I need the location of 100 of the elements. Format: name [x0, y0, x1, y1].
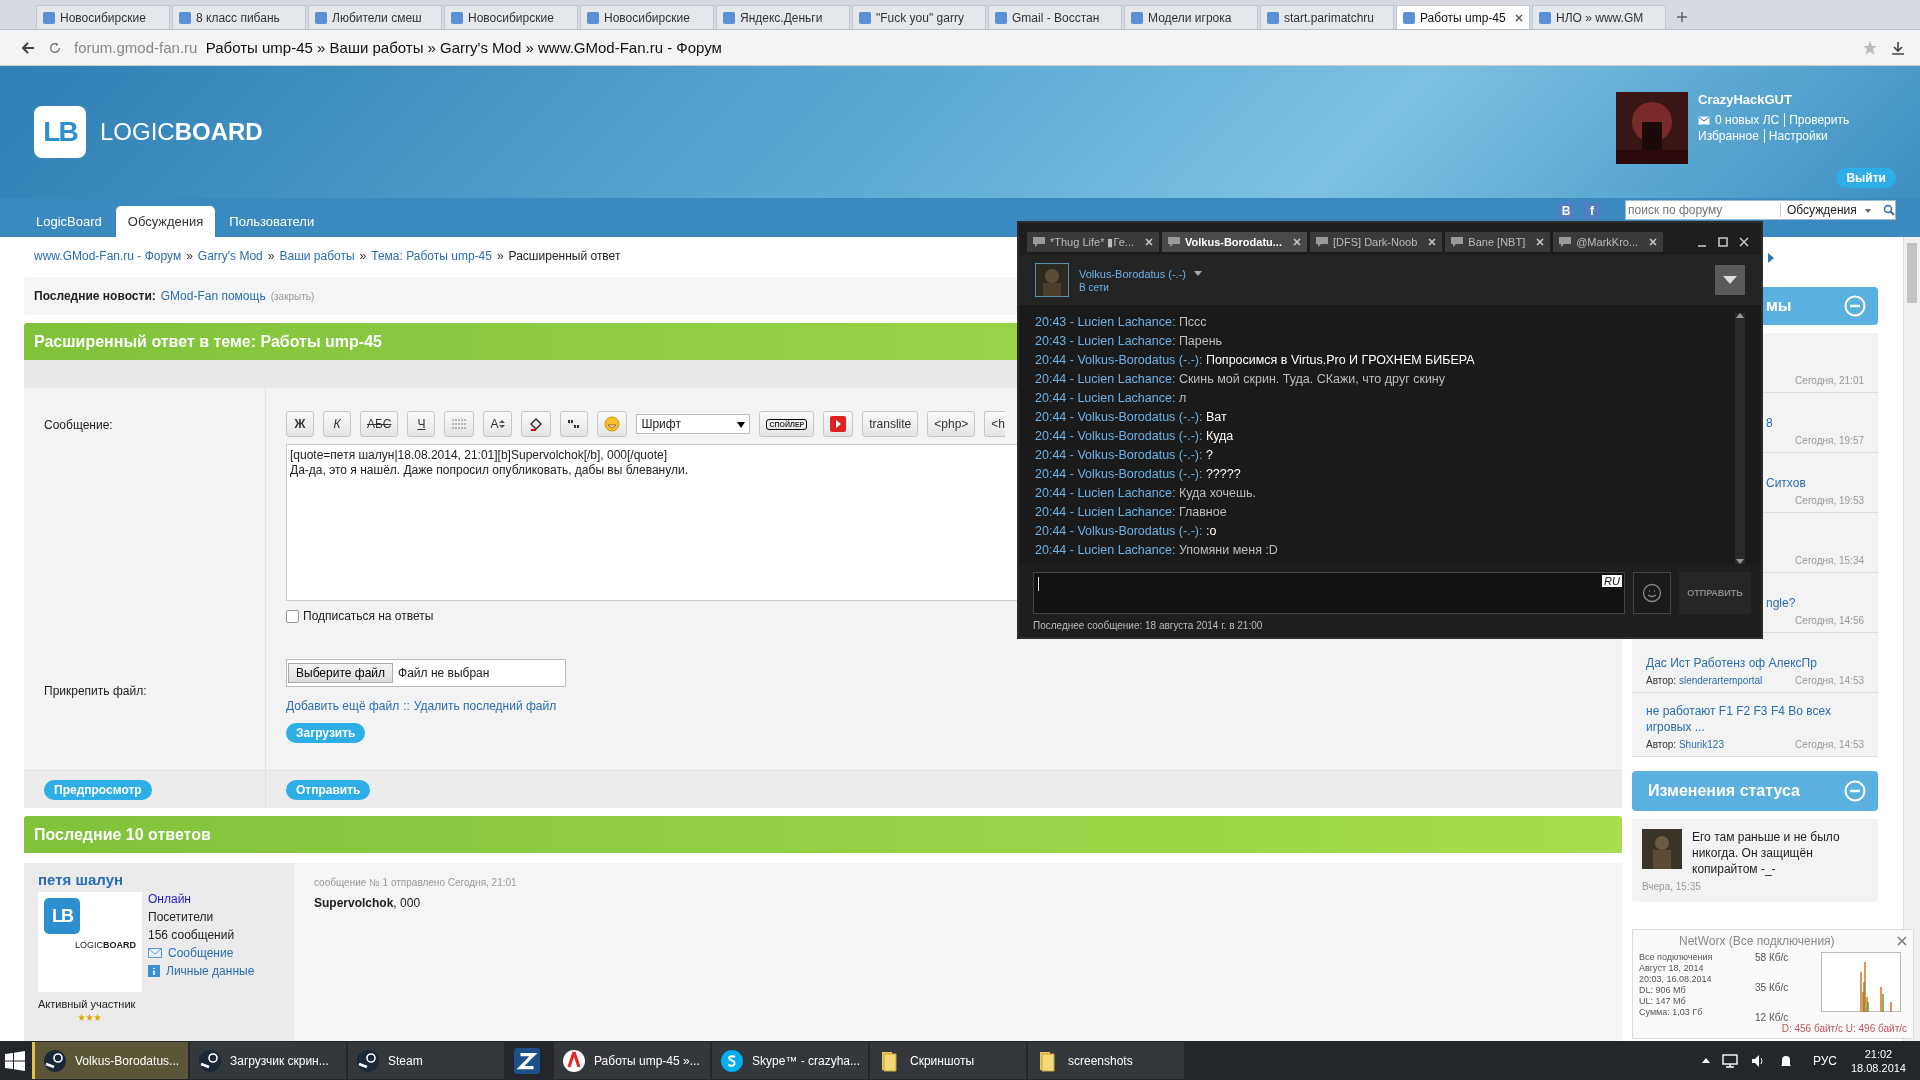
download-icon[interactable] — [1890, 39, 1906, 56]
message-input[interactable]: RU — [1033, 572, 1625, 614]
logo-mark: LB — [34, 106, 86, 158]
topic-date: Сегодня, 19:57 — [1795, 435, 1864, 446]
send-button[interactable]: ОТПРАВИТЬ — [1679, 572, 1751, 614]
attach-link[interactable]: Удалить последний файл — [413, 699, 557, 713]
color-button[interactable] — [521, 411, 552, 437]
search-icon[interactable] — [1883, 204, 1895, 216]
nav-tab[interactable]: Обсуждения — [115, 206, 216, 237]
video-button[interactable] — [823, 411, 854, 437]
browser-tab[interactable]: Любители смеш — [308, 5, 442, 29]
taskbar-item[interactable]: Загрузчик скрин... — [190, 1042, 346, 1079]
search-field[interactable]: поиск по форуму Обсуждения — [1625, 200, 1896, 220]
section-title: Расширенный ответ в теме: Работы ump-45 — [34, 332, 382, 351]
browser-tab[interactable]: Яндекс.Деньги — [716, 5, 850, 29]
browser-tab[interactable]: "Fuck you" garry — [852, 5, 986, 29]
attach-label: Прикрепить файл: — [44, 684, 148, 698]
scope-select[interactable]: Обсуждения — [1780, 203, 1883, 217]
arrow-icon[interactable] — [1768, 253, 1774, 263]
chat-tab[interactable]: Bane [NBT] — [1445, 232, 1551, 252]
news-link[interactable]: GMod-Fan помощь — [160, 289, 266, 303]
browser-tab[interactable]: Новосибирские — [444, 5, 578, 29]
new-tab-icon[interactable] — [1676, 11, 1688, 23]
start-icon[interactable] — [5, 1050, 25, 1071]
chat-bubble-icon — [1315, 237, 1328, 247]
message-link[interactable]: Сообщение — [168, 946, 234, 960]
social-link[interactable]: В — [1557, 202, 1575, 220]
star-icon[interactable] — [1862, 39, 1878, 56]
axis-label: 35 Кб/с — [1755, 982, 1790, 993]
emoticon-button[interactable] — [1633, 572, 1671, 614]
choose-file-button[interactable]: Выберите файл — [288, 663, 394, 683]
format-button[interactable]: К — [323, 411, 351, 437]
breadcrumb-link[interactable]: www.GMod-Fan.ru - Форум — [34, 249, 182, 263]
nav-tab[interactable]: LogicBoard — [24, 206, 114, 237]
mail-icon — [1698, 115, 1710, 125]
format-button[interactable]: АБС — [360, 411, 399, 437]
reload-icon[interactable] — [48, 40, 62, 55]
social-link[interactable]: f — [1583, 202, 1601, 220]
browser-tab[interactable]: НЛО » www.GM — [1532, 5, 1666, 29]
breadcrumb-separator: » — [186, 249, 193, 263]
format-button[interactable]: translite — [862, 411, 919, 437]
chat-tab[interactable]: *Thug Life* ▮Ге... — [1027, 232, 1159, 252]
font-size-button[interactable]: A — [483, 411, 513, 437]
clock[interactable]: 21:02 18.08.2014 — [1850, 1046, 1906, 1075]
taskbar-item[interactable]: Скриншоты — [870, 1042, 1026, 1079]
font-select[interactable]: Шрифт — [636, 414, 751, 434]
section-title: Последние 10 ответов — [34, 825, 211, 844]
scrollbar[interactable] — [1735, 313, 1745, 564]
options-button[interactable] — [1715, 265, 1745, 295]
close-icon[interactable] — [1515, 13, 1523, 22]
topic-link[interactable]: не работают F1 F2 F3 F4 Во всех игровых ... — [1646, 703, 1864, 735]
browser-tab[interactable]: start.parimatchru — [1260, 5, 1394, 29]
taskbar-item[interactable]: Работы ump-45 »... — [554, 1042, 710, 1079]
subscribe-checkbox[interactable] — [286, 609, 299, 623]
taskbar-item[interactable]: Volkus-Borodatus... — [32, 1042, 188, 1079]
browser-tab[interactable]: Работы ump-45 — [1396, 5, 1530, 29]
browser-tab[interactable]: 8 класс пибань — [172, 5, 306, 29]
breadcrumb-link[interactable]: Тема: Работы ump-45 — [371, 249, 492, 263]
topic-link[interactable]: Ситхов — [1766, 475, 1806, 491]
breadcrumb-link[interactable]: Garry's Mod — [197, 249, 263, 263]
breadcrumb-link[interactable]: Ваши работы — [279, 249, 355, 263]
format-button[interactable]: <php> — [927, 411, 976, 437]
tray-arrow-icon[interactable] — [1701, 1058, 1710, 1063]
format-button[interactable]: Ж — [286, 411, 314, 437]
browser-tab[interactable]: Новосибирские — [36, 5, 170, 29]
topic-author: Автор: Shurik123 — [1646, 739, 1724, 750]
network-icon[interactable] — [1721, 1052, 1738, 1069]
profile-link[interactable]: Личные данные — [166, 964, 255, 978]
friend-status: В сети — [1079, 281, 1110, 293]
format-button[interactable]: Ч — [407, 411, 436, 437]
nav-tab[interactable]: Пользователи — [217, 206, 327, 237]
back-icon[interactable] — [20, 39, 36, 56]
scroll-up-icon[interactable] — [1736, 313, 1744, 318]
friend-name[interactable]: Volkus-Borodatus (-.-) — [1079, 267, 1186, 280]
quote-button[interactable] — [560, 411, 589, 437]
browser-tab[interactable]: Новосибирские — [580, 5, 714, 29]
mail-icon — [148, 948, 162, 958]
chat-tab[interactable]: @MarkKro... — [1553, 232, 1664, 252]
taskbar-item[interactable]: Skype™ - crazyha... — [712, 1042, 868, 1079]
topic-link[interactable]: Дас Ист Работенз оф АлексПр — [1646, 655, 1864, 671]
topic-link[interactable]: 8 — [1766, 415, 1773, 431]
file-field[interactable]: Выберите файл Файл не выбран — [286, 659, 566, 687]
status-text: Его там раньше и не было никогда. Он защищён копирайтом -_- — [1692, 829, 1841, 877]
paint-bucket-icon — [528, 416, 545, 432]
scroll-down-icon[interactable] — [1736, 559, 1744, 564]
chat-tab[interactable]: [DFS] Dark-Noob — [1309, 232, 1443, 252]
topic-date: Сегодня, 14:56 — [1795, 615, 1864, 626]
input-language[interactable]: РУС — [1812, 1053, 1837, 1068]
attach-link[interactable]: Добавить ещё файл — [286, 699, 400, 713]
author-name[interactable]: петя шалун — [38, 871, 280, 888]
video-icon — [830, 416, 847, 432]
topic-link[interactable]: ngle? — [1766, 595, 1796, 611]
browser-tab[interactable]: Gmail - Восстан — [988, 5, 1122, 29]
browser-tab[interactable]: Модели игрока — [1124, 5, 1258, 29]
chat-tab[interactable]: Volkus-Borodatu... — [1162, 232, 1307, 252]
maximize-icon[interactable] — [1718, 237, 1728, 247]
taskbar-item[interactable]: screenshots — [1028, 1042, 1184, 1079]
taskbar-item[interactable]: Steam — [348, 1042, 504, 1079]
user-rank: Активный участник — [38, 998, 137, 1010]
format-button[interactable]: <h — [984, 411, 1005, 437]
